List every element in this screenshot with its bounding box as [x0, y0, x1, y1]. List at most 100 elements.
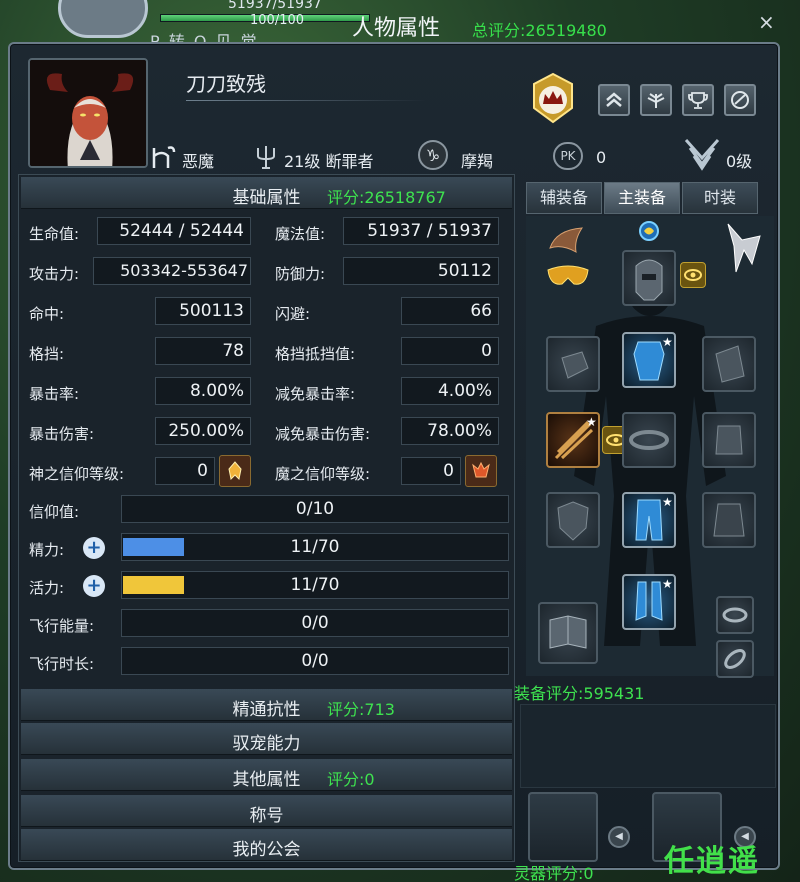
vitality-add-button[interactable]: +	[83, 575, 105, 597]
flight-time-bar: 0/0	[121, 647, 509, 675]
tab-main-equip[interactable]: 主装备	[604, 182, 680, 214]
weapon-slot[interactable]: ★	[546, 412, 600, 468]
section-title: 我的公会	[232, 840, 301, 860]
energy-label: 精力:	[29, 541, 65, 559]
tab-fashion[interactable]: 时装	[682, 182, 758, 214]
god-faith-icon[interactable]	[219, 455, 251, 487]
pk-icon: PK	[553, 142, 583, 170]
stat-value: 66	[401, 297, 499, 325]
total-score: 总评分:26519480	[472, 21, 607, 40]
cloak-slot[interactable]	[702, 492, 756, 548]
window-title: 人物属性	[352, 16, 441, 41]
close-button[interactable]: ×	[758, 10, 775, 34]
bracer-slot[interactable]	[702, 336, 756, 392]
faith-bar: 0/10	[121, 495, 509, 523]
stat-label: 减免暴击率:	[275, 385, 356, 403]
stat-value: 0	[401, 337, 499, 365]
mastery-resist-header[interactable]: 精通抗性 评分:713	[21, 689, 512, 721]
title-header[interactable]: 称号	[21, 795, 512, 827]
stat-label: 防御力:	[275, 265, 326, 283]
wings-icon[interactable]	[640, 84, 672, 116]
spirit-score: 灵器评分:0	[514, 864, 594, 882]
vitality-bar-fill	[123, 576, 184, 594]
stat-value: 52444 / 52444	[97, 217, 251, 245]
trident-icon	[253, 142, 279, 170]
shoulder-ornament-slot[interactable]	[546, 224, 586, 258]
pet-ability-header[interactable]: 驭宠能力	[21, 723, 512, 755]
flight-energy-value: 0/0	[301, 613, 329, 633]
trophy-icon[interactable]	[682, 84, 714, 116]
hud-avatar	[58, 0, 148, 38]
energy-add-button[interactable]: +	[83, 537, 105, 559]
hud-mp-text: 100/100	[250, 13, 305, 28]
stat-label: 魔之信仰等级:	[275, 465, 371, 483]
svg-text:★: ★	[662, 577, 673, 591]
vitality-label: 活力:	[29, 579, 65, 597]
stat-label: 格挡抵挡值:	[275, 345, 356, 363]
section-title: 驭宠能力	[232, 734, 301, 754]
equipment-tabs: 辅装备 主装备 时装	[526, 182, 764, 214]
flight-energy-bar: 0/0	[121, 609, 509, 637]
book-slot[interactable]	[538, 602, 598, 664]
capricorn-icon: ♑	[418, 140, 448, 170]
spirit-slot-1[interactable]	[528, 792, 598, 862]
spirit-panel	[520, 704, 776, 788]
basic-stats-score: 评分:26518767	[327, 188, 446, 207]
character-name: 刀刀致残	[186, 72, 266, 96]
mask-slot[interactable]	[546, 262, 589, 292]
pk-value: 0	[596, 148, 607, 167]
stat-value: 503342-553647	[93, 257, 251, 285]
svg-text:★: ★	[662, 335, 673, 349]
stat-value: 0	[155, 457, 215, 485]
helmet-slot[interactable]	[622, 250, 676, 306]
flight-time-label: 飞行时长:	[29, 655, 95, 673]
swirl-icon[interactable]	[638, 220, 660, 242]
vitality-value: 11/70	[290, 575, 340, 595]
stats-panel: 基础属性 评分:26518767 生命值: 52444 / 52444 魔法值:…	[18, 174, 515, 862]
equipment-score: 装备评分:595431	[514, 684, 645, 703]
tab-secondary-equip[interactable]: 辅装备	[526, 182, 602, 214]
ring-slot-1[interactable]	[716, 596, 754, 634]
other-attributes-header[interactable]: 其他属性 评分:0	[21, 759, 512, 791]
armor-slot[interactable]: ★	[622, 332, 676, 388]
stat-label: 暴击伤害:	[29, 425, 95, 443]
section-title: 其他属性	[232, 770, 301, 790]
shield-slot[interactable]	[546, 492, 600, 548]
demon-faith-icon[interactable]	[465, 455, 497, 487]
my-guild-header[interactable]: 我的公会	[21, 829, 512, 861]
stat-label: 减免暴击伤害:	[275, 425, 371, 443]
stat-label: 魔法值:	[275, 225, 326, 243]
class-label: 21级 断罪者	[284, 152, 374, 171]
eye-rune-icon[interactable]	[680, 262, 706, 288]
military-rank-icon	[682, 136, 722, 172]
faith-value: 0/10	[295, 499, 335, 519]
name-divider	[186, 100, 426, 101]
cape-slot[interactable]	[722, 220, 766, 276]
hud-hp-text: 51937/51937	[228, 0, 322, 12]
belt-slot[interactable]	[622, 412, 676, 468]
stat-label: 攻击力:	[29, 265, 80, 283]
stat-value: 500113	[155, 297, 251, 325]
energy-bar: 11/70	[121, 533, 509, 561]
vitality-bar: 11/70	[121, 571, 509, 599]
faith-label: 信仰值:	[29, 503, 80, 521]
section-score: 评分:713	[327, 700, 395, 719]
boots-slot[interactable]: ★	[622, 574, 676, 630]
flight-energy-label: 飞行能量:	[29, 617, 95, 635]
stat-label: 神之信仰等级:	[29, 465, 125, 483]
stat-label: 生命值:	[29, 225, 80, 243]
ring-slot-2[interactable]	[716, 640, 754, 678]
basic-stats-header[interactable]: 基础属性 评分:26518767	[21, 177, 512, 209]
pants-slot[interactable]: ★	[622, 492, 676, 548]
stat-label: 闪避:	[275, 305, 311, 323]
stat-label: 命中:	[29, 305, 65, 323]
spirit-prev-button[interactable]: ◀	[608, 826, 630, 848]
watermark-logo: 任逍遥	[664, 844, 760, 879]
crown-rank-icon[interactable]	[526, 70, 580, 126]
stat-value: 0	[401, 457, 461, 485]
section-title: 称号	[249, 806, 284, 826]
necklace-slot[interactable]	[546, 336, 600, 392]
gloves-slot[interactable]	[702, 412, 756, 468]
emblem-icon[interactable]	[724, 84, 756, 116]
rank-up-button[interactable]	[598, 84, 630, 116]
